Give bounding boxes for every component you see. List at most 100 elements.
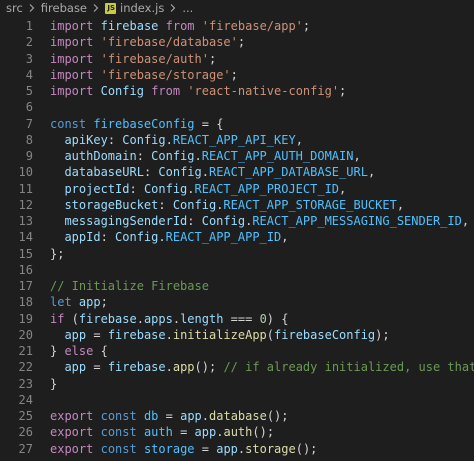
code-line[interactable]: 3 import 'firebase/auth'; [0,51,474,67]
code-token: }; [50,246,65,261]
code-token: auth [223,425,253,440]
code-line[interactable]: 13 messagingSenderId: Config.REACT_APP_M… [0,213,474,229]
code-line[interactable]: 11 projectId: Config.REACT_APP_PROJECT_I… [0,181,474,197]
breadcrumb-item-symbols[interactable]: ... [182,1,193,15]
line-number: 8 [25,132,33,147]
code-line[interactable]: 1 import firebase from 'firebase/app'; [0,18,474,34]
line-number: 5 [25,84,33,98]
code-token: let [50,295,72,310]
code-line[interactable]: 12 storageBucket: Config.REACT_APP_STORA… [0,197,474,213]
code-text: // Initialize Firebase [33,278,474,294]
chevron-right-icon [168,3,178,13]
code-line[interactable]: 14 appId: Config.REACT_APP_APP_ID, [0,229,474,245]
code-token: : [187,214,202,228]
line-number: 14 [18,230,33,245]
code-line[interactable]: 17 // Initialize Firebase [0,278,474,294]
code-line[interactable]: 8 apiKey: Config.REACT_APP_API_KEY, [0,132,474,148]
code-line[interactable]: 21} else { [0,343,474,359]
code-token: const [50,116,87,131]
code-token: import [50,67,94,82]
code-token: ; [230,67,238,82]
line-number: 13 [18,214,33,228]
code-line[interactable]: 6 [0,99,474,115]
code-line[interactable]: 20 app = firebase.initializeApp(firebase… [0,327,474,343]
code-line[interactable]: 5 import Config from 'react-native-config… [0,83,474,99]
code-token: from [165,19,195,33]
code-token: export [50,409,94,423]
code-token: Config [151,149,195,163]
code-token: . [201,409,210,423]
breadcrumb-item-firebase[interactable]: firebase [41,1,87,15]
code-token: app [194,425,217,440]
line-number: 23 [18,376,33,391]
code-token: REACT_APP_API_KEY [172,132,296,147]
code-token: 'firebase/database' [100,35,238,50]
code-line[interactable]: 27 export const storage = app.storage(); [0,441,474,457]
code-line[interactable]: 7 const firebaseConfig = { [0,116,474,132]
code-token: Config [158,165,202,180]
code-token: . [194,149,202,163]
code-token: : [100,230,116,245]
code-text: import firebase from 'firebase/app'; [33,18,474,34]
code-token: authDomain [64,149,137,163]
code-line[interactable]: 4 import 'firebase/storage'; [0,67,474,83]
code-text: storageBucket: Config.REACT_APP_STORAGE_… [33,197,474,213]
breadcrumb-label: ... [182,1,194,15]
code-line[interactable]: 25 export const db = app.database(); [0,408,474,424]
code-line[interactable]: 15}; [0,246,474,262]
code-token: // Initialize Firebase [50,279,209,293]
code-line[interactable]: 22 app = firebase.app(); // if already i… [0,359,474,375]
code-token: app [64,327,87,342]
breadcrumb-item-src[interactable]: src [6,1,23,15]
code-token: = [194,441,217,456]
code-line[interactable]: 16 [0,262,474,278]
code-text: messagingSenderId: Config.REACT_APP_MESS… [33,213,474,229]
code-token: ( [266,327,275,342]
code-line[interactable]: 19 if (firebase.apps.length === 0) { [0,311,474,327]
line-number: 21 [18,344,33,358]
code-line[interactable]: 18 let app; [0,294,474,310]
code-token: database [209,409,267,423]
code-token: } [50,376,58,391]
breadcrumb: src firebase JS index.js ... [0,0,474,16]
line-number: 4 [25,67,33,82]
code-text: export const db = app.database(); [33,408,474,424]
code-text: }; [33,246,474,262]
breadcrumb-item-file[interactable]: JS index.js [105,1,164,15]
code-line[interactable]: 10 databaseURL: Config.REACT_APP_DATABAS… [0,164,474,180]
code-token: === [223,311,260,326]
code-token: . [136,311,144,326]
code-line[interactable]: 24 [0,392,474,408]
code-line[interactable]: 2 import 'firebase/database'; [0,34,474,50]
line-number: 3 [25,51,33,66]
code-token: databaseURL [64,165,144,180]
code-token: length [180,311,224,326]
code-token: Config [122,132,166,147]
code-token: apiKey [64,132,108,147]
code-token: , [461,214,470,228]
line-number: 22 [18,360,33,375]
code-editor[interactable]: 1 import firebase from 'firebase/app'; 2 im… [0,18,474,457]
code-text: let app; [33,294,474,310]
code-line[interactable]: 9 authDomain: Config.REACT_APP_AUTH_DOMA… [0,148,474,164]
code-token: firebaseConfig [274,327,376,342]
code-token: (); [295,441,318,456]
code-line[interactable]: 23} [0,376,474,392]
chevron-right-icon [27,3,37,13]
code-token: apps [143,311,173,326]
code-line[interactable]: 26 export const auth = app.auth(); [0,424,474,440]
code-text: appId: Config.REACT_APP_APP_ID, [33,229,474,245]
line-number: 11 [18,181,33,196]
